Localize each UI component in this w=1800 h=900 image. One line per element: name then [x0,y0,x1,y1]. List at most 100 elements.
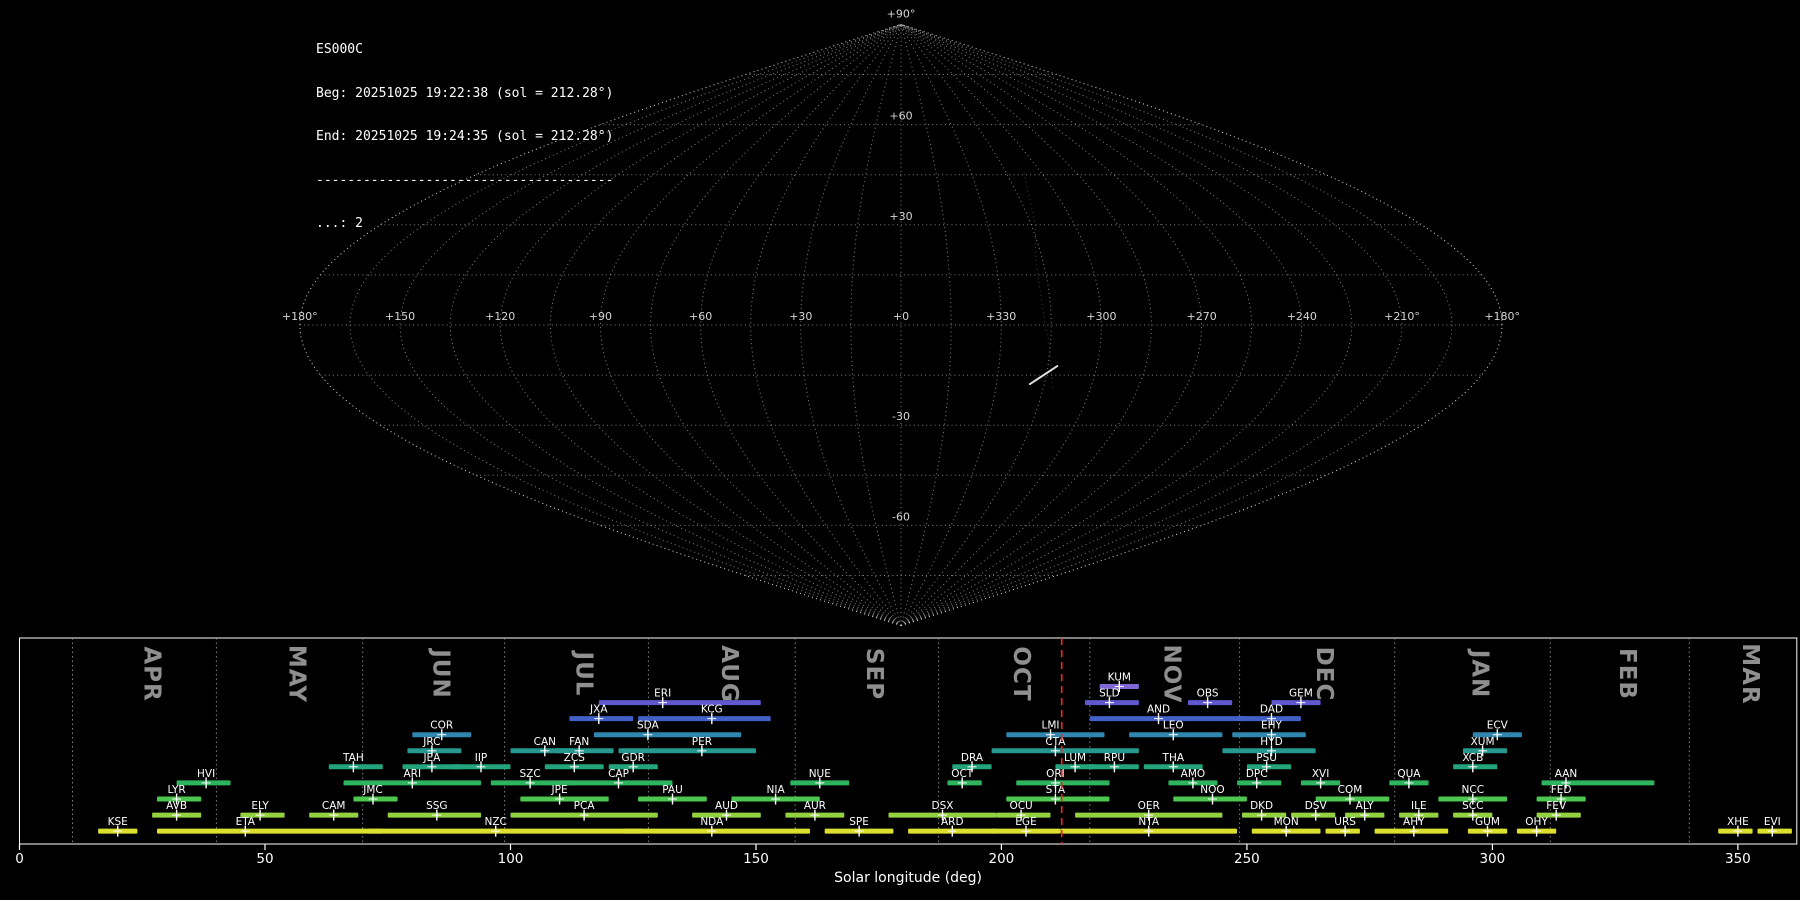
x-tick-label: 50 [256,851,273,867]
shower-label: NCC [1462,784,1485,796]
shower-label: KCG [701,704,723,716]
shower-label: TAH [342,752,364,764]
shower-label: AUR [804,800,826,812]
shower-label: QUA [1397,768,1421,780]
grid-meridian [900,23,1503,627]
shower-label: JMC [362,784,383,796]
longitude-label: +330 [986,310,1016,323]
shower-label: AND [1147,704,1170,716]
shower-label: DKD [1250,800,1273,812]
trajectory-curve [1023,173,1054,391]
shower-activity-chart: APR MAY JUN JUL AUG SEP OCT NOV DEC JAN FEB MAR 0 50 1… [15,637,1798,886]
shower-label: ETA [236,816,256,828]
shower-label: MON [1274,816,1299,828]
latitude-label: +30 [889,210,912,223]
shower-label: NTA [1138,816,1159,828]
shower-label: CAP [608,768,629,780]
x-tick-label: 350 [1725,851,1751,867]
shower-label: LYR [168,784,186,796]
shower-label: XHE [1727,816,1749,828]
shower-bar [623,828,810,834]
shower-label: XCB [1462,752,1483,764]
latitude-label: -30 [892,410,910,423]
shower-label: NDA [700,816,724,828]
month-label: NOV [1159,645,1185,704]
shower-label: AUD [715,800,738,812]
shower-label: ARD [941,816,964,828]
shower-label: ALY [1356,800,1375,812]
shower-label: LMI [1041,720,1059,732]
shower-label: HYD [1260,736,1282,748]
longitude-label: +150 [385,310,415,323]
shower-label: OER [1138,800,1160,812]
longitude-label: +90 [589,310,612,323]
x-tick-label: 150 [743,851,769,867]
shower-bar [157,828,383,834]
longitude-label: +210° [1384,310,1420,323]
meteor-trail [1035,368,1054,381]
shower-label: DSV [1305,800,1328,812]
screenshot-root: ES000C Beg: 20251025 19:22:38 (sol = 212… [0,0,1800,900]
longitude-label: +180° [1484,310,1520,323]
month-label: OCT [1008,646,1034,701]
shower-label: GEM [1289,688,1313,700]
shower-bar [593,732,742,738]
x-tick-label: 100 [498,851,524,867]
shower-label: LUM [1064,752,1086,764]
shower-label: COM [1338,784,1363,796]
shower-label: GUM [1475,816,1500,828]
month-label: AUG [716,645,742,703]
shower-label: SLD [1099,688,1120,700]
shower-label: ECV [1487,720,1509,732]
shower-label: AAN [1555,768,1578,780]
shower-label: KUM [1108,672,1131,684]
grid-meridian [900,23,1453,627]
shower-label: GDR [621,752,645,764]
latitude-label: +90° [887,7,916,20]
shower-label: DAD [1260,704,1283,716]
shower-label: KSE [108,816,128,828]
x-axis-title: Solar longitude (deg) [834,870,982,886]
shower-label: IIP [475,752,488,764]
month-label: JAN [1467,648,1493,699]
shower-label: COR [430,720,453,732]
shower-label: AHY [1403,816,1425,828]
longitude-label: +270 [1186,310,1216,323]
longitude-label: +300 [1086,310,1116,323]
shower-label: STA [1046,784,1066,796]
grid-meridian [299,23,902,627]
shower-label: PER [692,736,712,748]
shower-label: SSG [426,800,447,812]
x-tick-label: 0 [15,851,24,867]
shower-label: XVI [1312,768,1329,780]
shower-label: HVI [197,768,215,780]
shower-label: CTA [1045,736,1066,748]
shower-label: XUM [1471,736,1495,748]
month-label: JUL [571,650,597,697]
shower-label: ARI [404,768,422,780]
shower-label: NIA [767,784,786,796]
shower-label: DPC [1246,768,1268,780]
shower-label: AVB [166,800,187,812]
shower-label: PCA [574,800,596,812]
longitude-label: +30 [789,310,812,323]
x-tick-label: 200 [989,851,1015,867]
month-label: MAY [284,645,310,703]
grid-meridian [900,23,1303,627]
latitude-label: +60 [889,110,912,123]
longitude-label: +0 [893,310,909,323]
grid-meridian [700,24,902,626]
shower-label: NUE [809,768,831,780]
shower-label: SZC [519,768,540,780]
shower-label: DSX [932,800,954,812]
x-tick-label: 300 [1480,851,1506,867]
shower-label: DRA [961,752,984,764]
shower-label: FEV [1546,800,1567,812]
shower-label: NZC [485,816,507,828]
shower-label: PAU [662,784,683,796]
latitude-label: -60 [892,510,910,523]
month-label: DEC [1311,647,1337,702]
month-label: APR [139,646,165,701]
month-label: MAR [1737,643,1763,704]
longitude-label: +240 [1287,310,1317,323]
